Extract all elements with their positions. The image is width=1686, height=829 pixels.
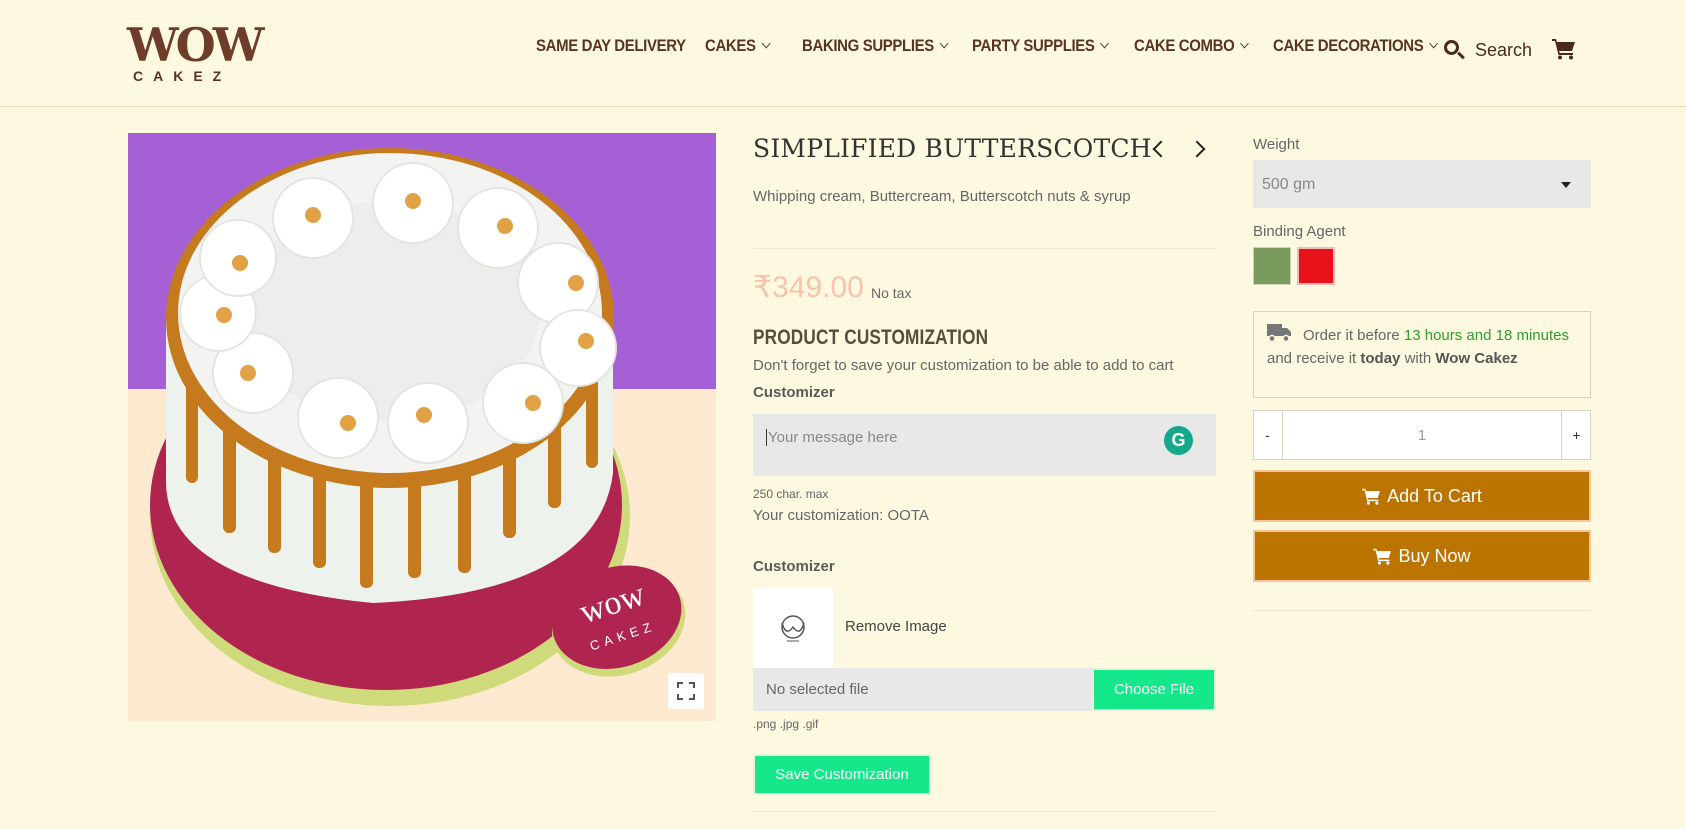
weight-label: Weight xyxy=(1253,136,1300,153)
delivery-countdown: Order it before 13 hours and 18 minutes xyxy=(1303,327,1570,344)
add-to-cart-label: Add To Cart xyxy=(1387,485,1482,506)
message-placeholder: Your message here xyxy=(766,429,898,446)
nav-same-day-delivery[interactable]: SAME DAY DELIVERY xyxy=(536,36,686,56)
cart-icon xyxy=(1362,488,1381,505)
chevron-down-icon xyxy=(1100,38,1110,49)
logo-thumbnail-icon xyxy=(781,615,805,642)
nav-label: CAKE COMBO xyxy=(1134,36,1235,55)
site-header: WOW CAKEZ SAME DAY DELIVERY CAKES BAKING… xyxy=(0,0,1686,107)
expand-icon xyxy=(677,682,695,700)
quantity-input[interactable]: 1 xyxy=(1283,410,1561,460)
choose-file-button[interactable]: Choose File xyxy=(1092,668,1216,711)
remove-image-link[interactable]: Remove Image xyxy=(845,618,947,635)
countdown-value: 13 hours and 18 minutes xyxy=(1403,327,1570,344)
add-to-cart-button[interactable]: Add To Cart xyxy=(1253,470,1591,522)
chevron-down-icon xyxy=(1240,38,1249,49)
weight-selected-value: 500 gm xyxy=(1262,176,1316,193)
previous-product-arrow-icon[interactable] xyxy=(1152,140,1170,158)
divider xyxy=(1253,610,1591,611)
divider xyxy=(753,248,1216,249)
customization-hint: Don't forget to save your customization … xyxy=(753,357,1174,374)
buy-now-button[interactable]: Buy Now xyxy=(1253,530,1591,582)
text-customizer-label: Customizer xyxy=(753,384,835,401)
search-button[interactable]: Search xyxy=(1443,37,1532,63)
nav-label: SAME DAY DELIVERY xyxy=(536,36,686,55)
truck-icon xyxy=(1267,324,1291,342)
nav-cakes[interactable]: CAKES xyxy=(705,36,771,56)
nav-baking-supplies[interactable]: BAKING SUPPLIES xyxy=(802,36,949,56)
nav-label: CAKE DECORATIONS xyxy=(1273,36,1424,55)
delivery-receive-note: and receive it today with Wow Cakez xyxy=(1267,350,1518,367)
chevron-down-icon xyxy=(939,38,949,49)
nav-label: PARTY SUPPLIES xyxy=(972,36,1095,55)
caret-down-icon xyxy=(1561,182,1571,188)
quantity-increase-button[interactable]: + xyxy=(1561,410,1591,460)
product-image[interactable]: wow CAKEZ xyxy=(128,133,716,721)
nav-label: BAKING SUPPLIES xyxy=(802,36,934,55)
logo-wordmark: WOW xyxy=(127,18,264,72)
site-logo[interactable]: WOW CAKEZ xyxy=(127,16,264,84)
nav-party-supplies[interactable]: PARTY SUPPLIES xyxy=(972,36,1110,56)
char-limit-note: 250 char. max xyxy=(753,487,829,501)
buy-now-label: Buy Now xyxy=(1398,545,1471,566)
uploaded-image-thumbnail xyxy=(753,588,833,668)
quantity-decrease-button[interactable]: - xyxy=(1253,410,1283,460)
next-product-arrow-icon[interactable] xyxy=(1188,140,1206,158)
customization-heading: PRODUCT CUSTOMIZATION xyxy=(753,326,989,349)
product-title: SIMPLIFIED BUTTERSCOTCH xyxy=(753,134,1152,163)
tax-note: No tax xyxy=(871,285,912,301)
search-icon xyxy=(1443,39,1465,61)
save-customization-button[interactable]: Save Customization xyxy=(753,754,931,795)
product-price: ₹349.00 xyxy=(753,271,864,304)
nav-cake-combo[interactable]: CAKE COMBO xyxy=(1134,36,1249,56)
cart-icon xyxy=(1373,548,1392,565)
swatch-green[interactable] xyxy=(1253,247,1291,285)
chevron-down-icon xyxy=(761,38,771,49)
logo-subtitle: CAKEZ xyxy=(133,68,232,84)
binding-agent-label: Binding Agent xyxy=(1253,223,1346,240)
allowed-file-types: .png .jpg .gif xyxy=(753,717,819,731)
current-customization: Your customization: OOTA xyxy=(753,507,929,524)
cart-icon[interactable] xyxy=(1552,38,1576,60)
nav-label: CAKES xyxy=(705,36,756,55)
search-label: Search xyxy=(1475,39,1533,60)
cake-illustration: wow CAKEZ xyxy=(150,148,686,706)
nav-cake-decorations[interactable]: CAKE DECORATIONS xyxy=(1273,36,1438,56)
file-status: No selected file xyxy=(766,681,869,698)
image-customizer-label: Customizer xyxy=(753,558,835,575)
grammarly-icon[interactable]: G xyxy=(1164,426,1193,455)
divider xyxy=(753,811,1216,812)
expand-image-button[interactable] xyxy=(668,673,704,709)
product-description: Whipping cream, Buttercream, Butterscotc… xyxy=(753,188,1131,205)
chevron-down-icon xyxy=(1429,38,1438,49)
swatch-red[interactable] xyxy=(1297,247,1335,285)
